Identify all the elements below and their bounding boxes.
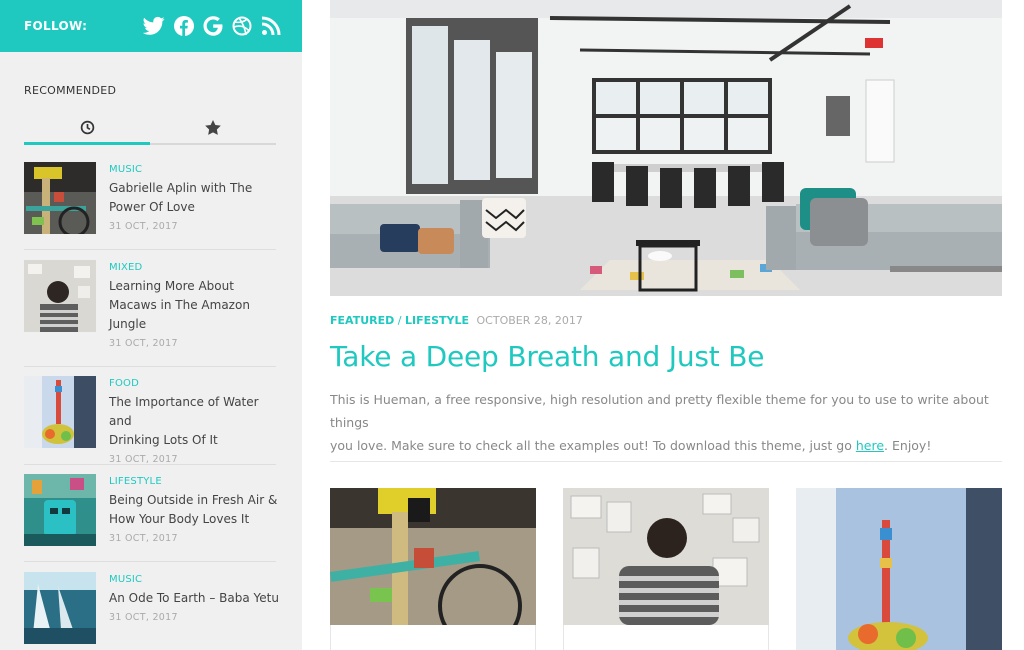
popular-tab[interactable] [150,112,276,143]
recommended-tabs [24,112,276,145]
list-item-text: LIFESTYLE Being Outside in Fresh Air & H… [109,476,279,544]
list-item[interactable]: MUSIC An Ode To Earth – Baba Yetu 31 OCT… [24,562,279,650]
list-item-text: MUSIC Gabrielle Aplin with The Power Of … [109,164,279,232]
post-date: 31 OCT, 2017 [109,533,178,544]
post-title[interactable]: Being Outside in Fresh Air & How Your Bo… [109,491,279,529]
post-thumbnail[interactable] [24,376,96,448]
post-thumbnail[interactable] [24,260,96,332]
post-title-line[interactable]: Macaws in The Amazon [109,296,279,315]
grid-post-card[interactable] [563,488,769,650]
featured-image[interactable] [330,0,1002,296]
post-title-line[interactable]: Jungle [109,315,279,334]
card-footer [563,625,769,650]
grid-post-card[interactable] [796,488,1002,650]
google-icon[interactable] [203,16,223,36]
post-title-line[interactable]: Drinking Lots Of It [109,431,279,450]
excerpt-line: This is Hueman, a free responsive, high … [330,392,989,430]
list-item[interactable]: MUSIC Gabrielle Aplin with The Power Of … [24,152,276,250]
follow-bar: FOLLOW: [0,0,302,52]
dribbble-icon[interactable] [232,16,252,36]
category-separator: / [397,314,402,327]
download-link[interactable]: here [856,438,884,453]
post-title-line[interactable]: An Ode To Earth – Baba Yetu [109,589,279,608]
facebook-icon[interactable] [174,16,195,36]
post-category[interactable]: LIFESTYLE [109,476,279,487]
recommended-title: RECOMMENDED [24,84,117,97]
post-title[interactable]: Gabrielle Aplin with The Power Of Love [109,179,279,217]
post-title[interactable]: Learning More About Macaws in The Amazon… [109,277,279,334]
post-date: 31 OCT, 2017 [109,612,178,623]
post-category[interactable]: MUSIC [109,164,279,175]
post-title-line[interactable]: Gabrielle Aplin with The [109,179,279,198]
list-item[interactable]: FOOD The Importance of Water and Drinkin… [24,367,276,465]
post-excerpt: This is Hueman, a free responsive, high … [330,388,1002,457]
excerpt-text: you love. Make sure to check all the exa… [330,438,856,453]
post-thumbnail[interactable] [24,572,96,644]
post-date: 31 OCT, 2017 [109,338,178,349]
category-link[interactable]: FEATURED [330,314,394,327]
list-item[interactable]: LIFESTYLE Being Outside in Fresh Air & H… [24,465,279,562]
grid-post-image[interactable] [563,488,769,625]
excerpt-line: you love. Make sure to check all the exa… [330,434,1002,457]
post-title-line[interactable]: The Importance of Water and [109,393,279,431]
grid-post-card[interactable] [330,488,536,650]
post-date: 31 OCT, 2017 [109,221,178,232]
clock-icon [80,120,94,134]
list-item-text: MUSIC An Ode To Earth – Baba Yetu 31 OCT… [109,574,279,623]
post-category[interactable]: MUSIC [109,574,279,585]
grid-post-image[interactable] [796,488,1002,650]
post-category[interactable]: MIXED [109,262,279,273]
excerpt-text: . Enjoy! [884,438,932,453]
grid-post-image[interactable] [330,488,536,648]
divider [330,461,1002,462]
category-link[interactable]: LIFESTYLE [405,314,469,327]
post-meta: FEATURED / LIFESTYLE OCTOBER 28, 2017 [330,314,583,327]
card-footer [330,625,536,650]
social-icons [143,16,281,36]
twitter-icon[interactable] [143,16,165,36]
rss-icon[interactable] [261,16,281,36]
post-title[interactable]: An Ode To Earth – Baba Yetu [109,589,279,608]
post-title-line[interactable]: Learning More About [109,277,279,296]
post-category[interactable]: FOOD [109,378,279,389]
sidebar: FOLLOW: RECOMMENDED MUSIC Gabrielle Apli… [0,0,302,650]
list-item[interactable]: MIXED Learning More About Macaws in The … [24,250,276,367]
post-title-line[interactable]: Power Of Love [109,198,279,217]
star-icon [205,120,221,135]
recent-tab[interactable] [24,112,150,145]
list-item-text: MIXED Learning More About Macaws in The … [109,262,279,349]
featured-post-title[interactable]: Take a Deep Breath and Just Be [330,340,765,373]
post-date: 31 OCT, 2017 [109,454,178,465]
post-thumbnail[interactable] [24,162,96,234]
post-title-line[interactable]: How Your Body Loves It [109,510,279,529]
post-title[interactable]: The Importance of Water and Drinking Lot… [109,393,279,450]
post-title-line[interactable]: Being Outside in Fresh Air & [109,491,279,510]
list-item-text: FOOD The Importance of Water and Drinkin… [109,378,279,465]
follow-label: FOLLOW: [24,19,88,33]
post-date: OCTOBER 28, 2017 [476,314,583,327]
post-thumbnail[interactable] [24,474,96,546]
